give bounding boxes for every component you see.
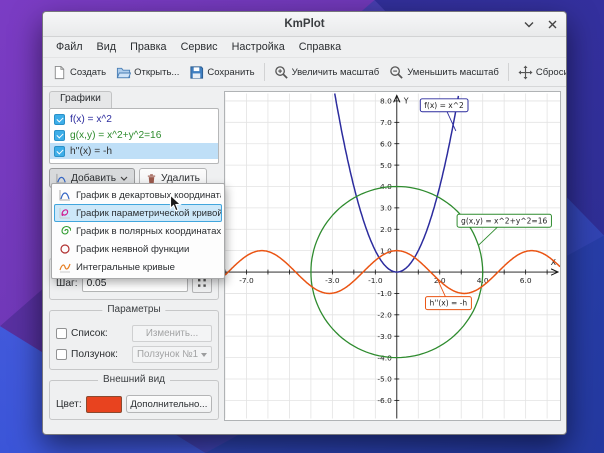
document-save-icon — [189, 65, 204, 80]
window-title: KmPlot — [284, 18, 324, 30]
document-open-icon — [116, 65, 131, 80]
svg-text:-7.0: -7.0 — [239, 276, 254, 285]
svg-text:f(x) = x^2: f(x) = x^2 — [424, 101, 464, 110]
cartesian-plot-icon — [59, 189, 71, 201]
zoom-reset-icon — [518, 65, 533, 80]
checkbox-checked-icon[interactable] — [54, 146, 65, 157]
checkbox-unchecked-icon[interactable] — [56, 349, 67, 360]
kmplot-window: KmPlot Файл Вид Правка Сервис Настройка … — [42, 11, 567, 435]
polar-plot-icon — [59, 225, 71, 237]
save-button[interactable]: Сохранить — [184, 62, 259, 83]
color-swatch-button[interactable] — [86, 396, 122, 413]
add-plot-icon — [56, 173, 67, 184]
function-row-g[interactable]: g(x,y) = x^2+y^2=16 — [50, 127, 218, 143]
chevron-down-icon — [201, 353, 207, 357]
function-label: g(x,y) = x^2+y^2=16 — [70, 130, 161, 141]
checkbox-checked-icon[interactable] — [54, 114, 65, 125]
svg-text:7.0: 7.0 — [380, 118, 392, 127]
trash-icon — [146, 173, 157, 184]
toolbar-separator — [264, 63, 265, 81]
integral-plot-icon — [59, 261, 71, 273]
function-list: f(x) = x^2 g(x,y) = x^2+y^2=16 h''(x) = … — [49, 108, 219, 164]
close-icon — [548, 20, 557, 29]
svg-text:-1.0: -1.0 — [377, 289, 392, 298]
toolbar-separator — [508, 63, 509, 81]
list-option-label: Список: — [71, 328, 128, 339]
group-title: Внешний вид — [98, 374, 170, 385]
zoom-out-icon — [389, 65, 404, 80]
zoom-in-button[interactable]: Увеличить масштаб — [269, 62, 385, 83]
svg-text:-5.0: -5.0 — [377, 375, 392, 384]
appearance-group: Внешний вид Цвет: Дополнительно... — [49, 380, 219, 420]
implicit-plot-icon — [59, 243, 71, 255]
zoom-reset-button[interactable]: Сбросить масштаб — [513, 62, 566, 83]
plot-canvas: -7.0-3.0-1.02.04.06.08.07.06.05.04.03.02… — [225, 92, 560, 420]
svg-text:h''(x) = -h: h''(x) = -h — [429, 299, 467, 308]
function-panel: Графики f(x) = x^2 g(x,y) = x^2+y^2=16 h… — [49, 91, 219, 421]
menu-item-parametric-plot[interactable]: График параметрической кривой — [54, 204, 222, 222]
menu-edit[interactable]: Правка — [123, 39, 173, 55]
svg-text:3.0: 3.0 — [380, 204, 392, 213]
zoom-out-button[interactable]: Уменьшить масштаб — [384, 62, 504, 83]
svg-text:-3.0: -3.0 — [325, 276, 340, 285]
zoom-in-icon — [274, 65, 289, 80]
new-button[interactable]: Создать — [47, 62, 111, 83]
menu-help[interactable]: Справка — [292, 39, 348, 55]
menu-item-integral-curves[interactable]: Интегральные кривые — [54, 258, 222, 276]
step-label: Шаг: — [56, 278, 78, 289]
checkbox-unchecked-icon[interactable] — [56, 328, 67, 339]
menu-settings[interactable]: Настройка — [225, 39, 292, 55]
svg-text:2.0: 2.0 — [380, 225, 392, 234]
chevron-down-icon — [524, 21, 534, 28]
svg-text:5.0: 5.0 — [380, 161, 392, 170]
svg-text:-3.0: -3.0 — [377, 332, 392, 341]
checkbox-checked-icon[interactable] — [54, 130, 65, 141]
svg-text:-2.0: -2.0 — [377, 310, 392, 319]
mouse-cursor-icon — [169, 194, 182, 218]
close-button[interactable] — [546, 18, 558, 30]
parameters-group: Параметры Список: Изменить... Ползунок: … — [49, 310, 219, 370]
desktop: { "window": { "title": "KmPlot" }, "menu… — [0, 0, 604, 453]
menu-tools[interactable]: Сервис — [174, 39, 225, 55]
group-title: Параметры — [102, 304, 165, 315]
add-plot-menu: График в декартовых координатах График п… — [51, 183, 225, 279]
chevron-down-icon — [120, 176, 128, 181]
svg-text:Y: Y — [403, 96, 409, 105]
titlebar[interactable]: KmPlot — [43, 12, 566, 37]
main-content: Графики f(x) = x^2 g(x,y) = x^2+y^2=16 h… — [43, 87, 566, 437]
menu-file[interactable]: Файл — [49, 39, 90, 55]
color-label: Цвет: — [56, 399, 82, 410]
edit-list-button[interactable]: Изменить... — [132, 325, 212, 342]
plot-area[interactable]: -7.0-3.0-1.02.04.06.08.07.06.05.04.03.02… — [224, 91, 561, 421]
function-label: h''(x) = -h — [70, 146, 112, 157]
open-button[interactable]: Открыть... — [111, 62, 184, 83]
svg-text:-1.0: -1.0 — [368, 276, 383, 285]
minimize-button[interactable] — [523, 18, 535, 30]
window-controls — [523, 12, 558, 36]
function-row-h[interactable]: h''(x) = -h — [50, 143, 218, 159]
parametric-plot-icon — [59, 207, 71, 219]
svg-text:g(x,y) = x^2+y^2=16: g(x,y) = x^2+y^2=16 — [461, 216, 547, 225]
tab-plots[interactable]: Графики — [49, 91, 112, 108]
menu-item-polar-plot[interactable]: График в полярных координатах — [54, 222, 222, 240]
menu-view[interactable]: Вид — [90, 39, 124, 55]
function-label: f(x) = x^2 — [70, 114, 112, 125]
svg-text:6.0: 6.0 — [520, 276, 532, 285]
function-row-f[interactable]: f(x) = x^2 — [50, 111, 218, 127]
keypad-icon — [197, 278, 207, 288]
menu-item-implicit-plot[interactable]: График неявной функции — [54, 240, 222, 258]
svg-text:-6.0: -6.0 — [377, 396, 392, 405]
advanced-button[interactable]: Дополнительно... — [126, 395, 212, 413]
slider-select[interactable]: Ползунок №1 — [132, 346, 212, 363]
svg-text:8.0: 8.0 — [380, 97, 392, 106]
document-new-icon — [52, 65, 67, 80]
slider-option-label: Ползунок: — [71, 349, 128, 360]
toolbar: Создать Открыть... Сохранить Увеличить м… — [43, 58, 566, 87]
svg-text:6.0: 6.0 — [380, 139, 392, 148]
menu-item-cartesian-plot[interactable]: График в декартовых координатах — [54, 186, 222, 204]
menubar: Файл Вид Правка Сервис Настройка Справка — [43, 37, 566, 58]
